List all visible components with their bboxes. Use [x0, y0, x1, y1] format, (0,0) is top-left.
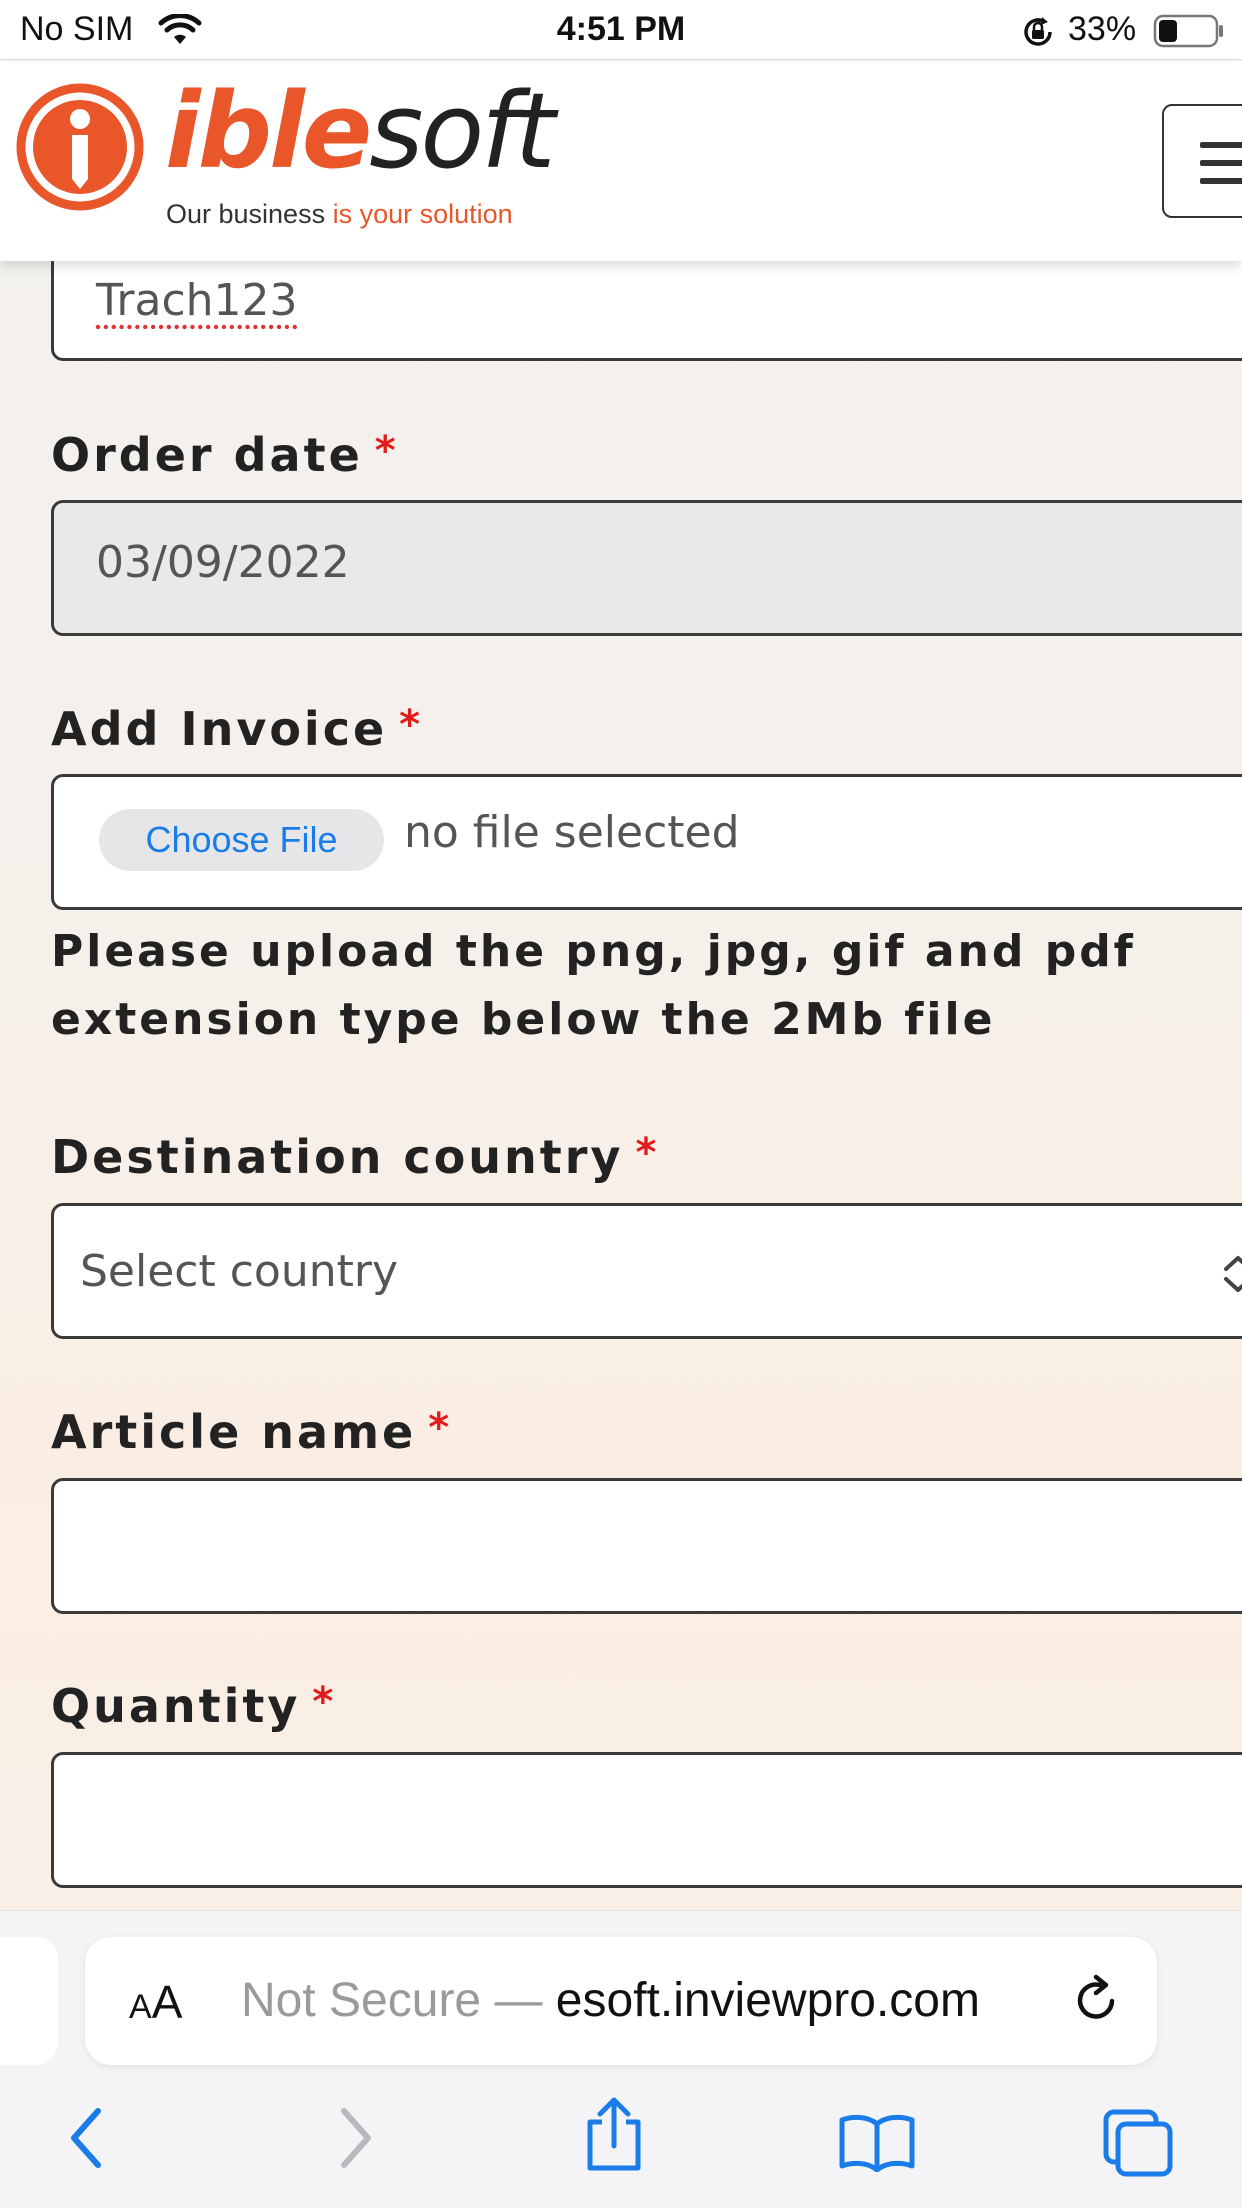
- tracking-number-value: Trach123: [96, 275, 298, 326]
- tagline-part2: is your solution: [332, 199, 513, 229]
- quantity-label-text: Quantity: [51, 1679, 301, 1733]
- brand-logo-part2: soft: [369, 70, 555, 192]
- text-size-small: A: [129, 1988, 152, 2026]
- forward-icon[interactable]: [336, 2105, 376, 2175]
- reload-icon[interactable]: [1070, 1971, 1126, 2035]
- quantity-label: Quantity *: [51, 1679, 336, 1733]
- destination-country-select[interactable]: Select country: [51, 1203, 1242, 1339]
- required-mark: *: [312, 1679, 337, 1725]
- invoice-label: Add Invoice *: [51, 702, 423, 756]
- order-date-input[interactable]: 03/09/2022: [51, 500, 1242, 636]
- order-date-label: Order date *: [51, 428, 399, 482]
- article-name-label: Article name *: [51, 1405, 452, 1459]
- destination-country-label: Destination country *: [51, 1130, 659, 1184]
- url-text: Not Secure — esoft.inviewpro.com: [241, 1973, 980, 2028]
- address-bar[interactable]: AA Not Secure — esoft.inviewpro.com: [85, 1937, 1157, 2065]
- required-mark: *: [374, 428, 399, 474]
- required-mark: *: [635, 1130, 660, 1176]
- invoice-file-input[interactable]: Choose File no file selected: [51, 774, 1242, 910]
- back-icon[interactable]: [66, 2105, 106, 2175]
- battery-percent: 33%: [1068, 10, 1137, 48]
- required-mark: *: [399, 702, 424, 748]
- battery-icon: [1153, 14, 1225, 57]
- brand-logo[interactable]: iblesoft: [165, 79, 555, 183]
- destination-country-value: Select country: [80, 1246, 398, 1297]
- choose-file-button[interactable]: Choose File: [99, 809, 384, 871]
- file-status-text: no file selected: [404, 807, 740, 858]
- invoice-help-text: Please upload the png, jpg, gif and pdf …: [51, 926, 1136, 1045]
- url-host: esoft.inviewpro.com: [555, 1974, 980, 2027]
- share-icon[interactable]: [582, 2096, 646, 2178]
- tabs-icon[interactable]: [1102, 2108, 1174, 2182]
- required-mark: *: [428, 1405, 453, 1451]
- menu-button[interactable]: [1162, 104, 1242, 218]
- destination-country-label-text: Destination country: [51, 1130, 624, 1184]
- tagline-part1: Our business: [166, 199, 333, 229]
- article-name-input[interactable]: [51, 1478, 1242, 1614]
- bookmarks-icon[interactable]: [838, 2112, 916, 2176]
- previous-tab-preview[interactable]: [0, 1937, 58, 2065]
- brand-logo-part1: ible: [165, 70, 372, 192]
- status-bar: No SIM 4:51 PM 33%: [0, 0, 1242, 60]
- invoice-label-text: Add Invoice: [51, 702, 388, 756]
- quantity-input[interactable]: [51, 1752, 1242, 1888]
- security-status: Not Secure —: [241, 1974, 556, 2027]
- logo-mark-icon[interactable]: [14, 81, 146, 217]
- brand-tagline: Our business is your solution: [166, 199, 513, 230]
- order-date-value: 03/09/2022: [96, 537, 350, 588]
- article-name-label-text: Article name: [51, 1405, 417, 1459]
- site-header: iblesoft Our business is your solution: [0, 61, 1242, 261]
- text-size-big: A: [151, 1976, 183, 2028]
- select-caret-icon: [1218, 1252, 1242, 1307]
- text-size-button[interactable]: AA: [129, 1975, 182, 2029]
- orientation-lock-icon: [1020, 14, 1056, 59]
- order-date-label-text: Order date: [51, 428, 363, 482]
